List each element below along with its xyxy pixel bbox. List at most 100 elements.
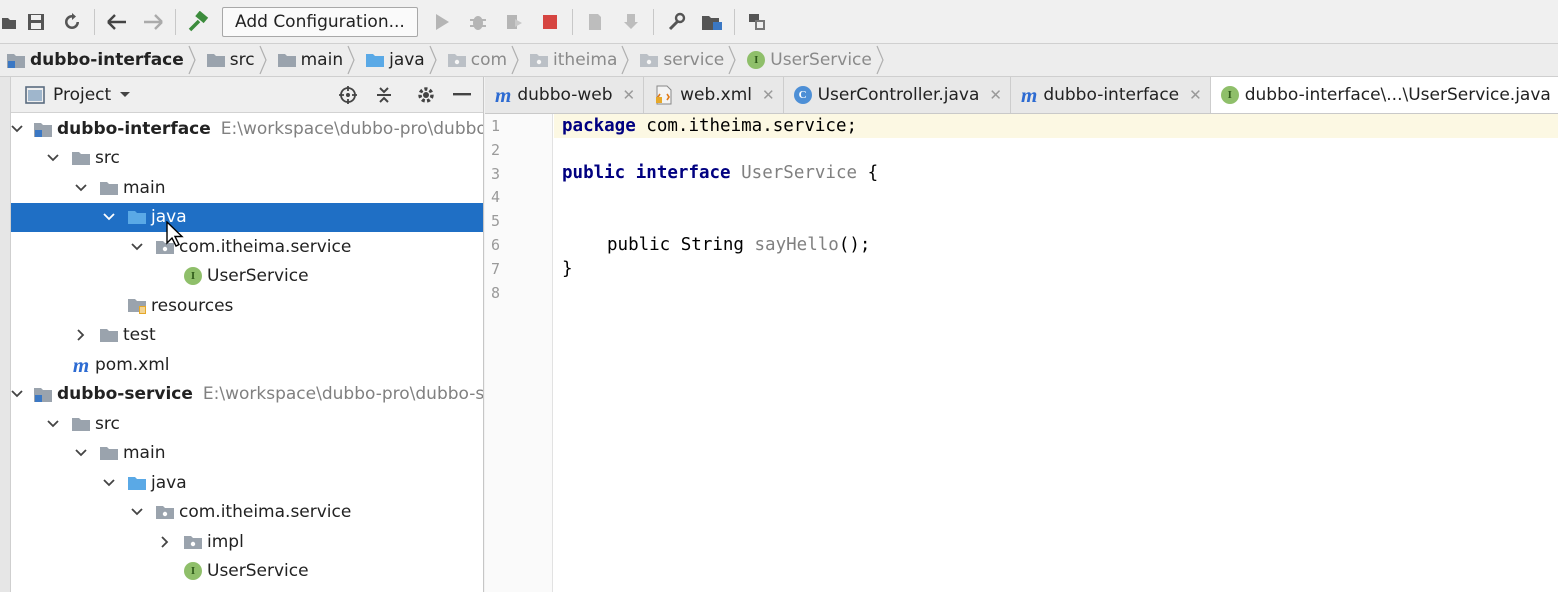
tree-item-label: src [95, 413, 120, 434]
folder-icon [71, 149, 91, 167]
tree-item[interactable]: resources [11, 291, 483, 321]
package-icon [183, 533, 203, 551]
chevron-down-icon[interactable] [129, 239, 145, 255]
tree-item[interactable]: java [11, 202, 483, 232]
code-line-6: public String sayHello (); [607, 233, 870, 257]
chevron-down-icon[interactable] [73, 180, 89, 196]
interface-icon: I [746, 51, 766, 69]
project-structure-icon[interactable] [694, 4, 730, 40]
tree-item-label: src [95, 148, 120, 169]
editor-tab-label: web.xml [680, 85, 752, 105]
close-icon[interactable]: ✕ [623, 86, 636, 104]
chevron-right-icon[interactable] [157, 534, 173, 550]
sdk-manager-icon[interactable] [739, 4, 775, 40]
tree-item[interactable]: src [11, 144, 483, 174]
chevron-down-icon[interactable] [45, 416, 61, 432]
project-view-selector[interactable]: Project [25, 85, 131, 105]
chevron-down-icon[interactable] [129, 504, 145, 520]
editor-tabs: m dubbo-web ✕ web.xml ✕ C UserController.java ✕… [485, 77, 1558, 114]
tree-item[interactable]: java [11, 468, 483, 498]
tree-item[interactable]: I UserService [11, 557, 483, 587]
module-path-hint: E:\workspace\dubbo-pro\dubbo-interface [220, 118, 484, 139]
tree-item[interactable]: dubbo-interface E:\workspace\dubbo-pro\du… [11, 114, 484, 144]
forward-arrow-icon[interactable] [135, 4, 171, 40]
folder-icon [99, 444, 119, 462]
tree-item[interactable]: dubbo-service E:\workspace\dubbo-pro\dubb… [11, 380, 483, 410]
tree-item-label: main [123, 443, 166, 464]
breadcrumb-item[interactable]: dubbo-interface [0, 44, 188, 77]
breadcrumb-item[interactable]: service [633, 44, 728, 77]
editor-tab[interactable]: web.xml ✕ [644, 77, 784, 113]
code-area[interactable]: package com.itheima.service; public inte… [554, 114, 1558, 592]
chevron-down-icon[interactable] [101, 209, 117, 225]
editor-tab[interactable]: C UserController.java ✕ [784, 77, 1011, 113]
run-with-coverage-icon[interactable] [496, 4, 532, 40]
back-arrow-icon[interactable] [99, 4, 135, 40]
chevron-down-icon[interactable] [11, 386, 23, 402]
breadcrumb-item[interactable]: src [200, 44, 259, 77]
main-toolbar: Add Configuration... [0, 0, 1558, 44]
breadcrumb-chevron-icon [429, 44, 441, 77]
package-icon [447, 51, 467, 69]
interface-name: UserService [741, 163, 858, 183]
line-number: 2 [491, 140, 501, 159]
tree-item[interactable]: main [11, 173, 483, 203]
breadcrumb-item[interactable]: java [359, 44, 429, 77]
update-running-app-icon[interactable] [577, 4, 613, 40]
interface-icon: I [1220, 86, 1239, 104]
chevron-down-icon[interactable] [73, 445, 89, 461]
tree-item[interactable]: com.itheima.service [11, 498, 483, 528]
tree-item[interactable]: m pom.xml [11, 350, 483, 380]
interface-icon: I [183, 562, 203, 581]
chevron-down-icon[interactable] [45, 150, 61, 166]
collapse-all-icon[interactable] [371, 82, 397, 108]
build-hammer-icon[interactable] [180, 4, 216, 40]
tree-item[interactable]: main [11, 439, 483, 469]
breadcrumb-item[interactable]: itheima [523, 44, 621, 77]
keyword: package [562, 116, 636, 136]
tree-item[interactable]: test [11, 321, 483, 351]
chevron-right-icon[interactable] [73, 327, 89, 343]
run-icon[interactable] [424, 4, 460, 40]
breadcrumb-item[interactable]: main [271, 44, 347, 77]
scroll-from-source-icon[interactable] [335, 82, 361, 108]
breadcrumb-item[interactable]: com [441, 44, 511, 77]
tree-item-label: impl [207, 531, 244, 552]
editor-tab[interactable]: m dubbo-interface ✕ [1011, 77, 1211, 113]
line-number: 4 [491, 188, 501, 207]
mouse-cursor-icon [166, 221, 184, 247]
gear-icon[interactable] [413, 82, 439, 108]
stop-icon[interactable] [532, 4, 568, 40]
folder-icon [277, 51, 297, 69]
editor-tab-label: UserController.java [817, 85, 980, 105]
tree-item[interactable]: I UserService [11, 262, 483, 292]
breadcrumb-item[interactable]: I UserService [740, 44, 876, 77]
chevron-down-icon[interactable] [11, 121, 23, 137]
tree-item[interactable]: src [11, 409, 483, 439]
hide-panel-icon[interactable] [449, 82, 475, 108]
editor-tab[interactable]: Idubbo-interface\...\UserService.java✕ [1210, 77, 1558, 113]
close-icon[interactable]: ✕ [989, 86, 1002, 104]
line-number: 8 [491, 283, 501, 302]
code-line-7: } [562, 257, 573, 281]
chevron-down-icon[interactable] [101, 475, 117, 491]
breadcrumb-label: UserService [770, 50, 872, 70]
open-folder-icon[interactable] [0, 4, 18, 40]
project-view-label: Project [53, 84, 112, 105]
close-icon[interactable]: ✕ [1189, 86, 1202, 104]
deploy-icon[interactable] [613, 4, 649, 40]
tree-item-label: dubbo-service [57, 384, 193, 405]
save-all-icon[interactable] [18, 4, 54, 40]
debug-bug-icon[interactable] [460, 4, 496, 40]
synchronize-icon[interactable] [54, 4, 90, 40]
line-number: 3 [491, 164, 501, 183]
close-icon[interactable]: ✕ [762, 86, 775, 104]
editor-tab[interactable]: m dubbo-web ✕ [485, 77, 645, 113]
tree-item[interactable]: impl [11, 527, 483, 557]
project-view-icon [25, 85, 45, 104]
run-configuration-dropdown[interactable]: Add Configuration... [222, 6, 418, 37]
tree-item[interactable]: com.itheima.service [11, 232, 483, 262]
settings-wrench-icon[interactable] [658, 4, 694, 40]
